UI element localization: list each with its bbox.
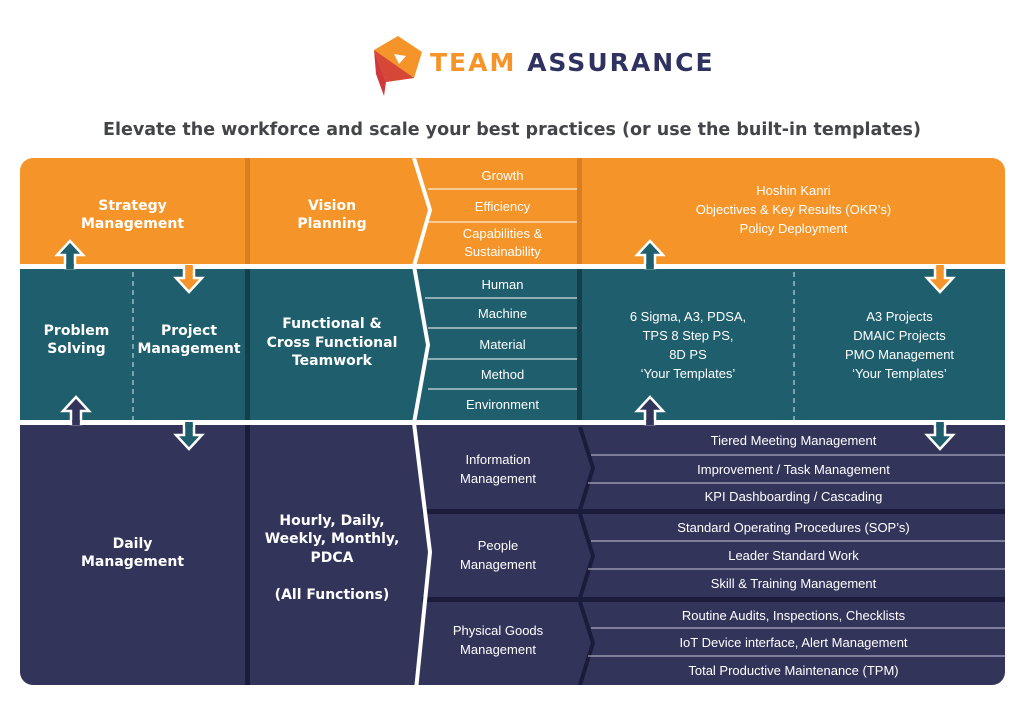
vision-planning-label: Vision Planning <box>297 197 367 233</box>
focus-environment: Environment <box>466 396 539 412</box>
daily-management-label: Daily Management <box>80 535 185 571</box>
focus-efficiency: Efficiency <box>474 199 531 214</box>
project-management-label: Project Management <box>137 322 241 358</box>
item-kpi-dashboarding: KPI Dashboarding / Cascading <box>704 489 883 504</box>
focus-human: Human <box>481 276 524 292</box>
okr-down-arrow-stem <box>936 265 944 270</box>
item-tiered-meeting-management: Tiered Meeting Management <box>710 433 877 448</box>
problem-solving-methods: 6 Sigma, A3, PDSA, TPS 8 Step PS, 8D PS … <box>629 309 747 381</box>
project-management-methods: A3 Projects DMAIC Projects PMO Managemen… <box>844 309 955 381</box>
strategy-methods: Hoshin Kanri Objectives & Key Results (O… <box>695 182 892 236</box>
item-tpm: Total Productive Maintenance (TPM) <box>688 663 899 678</box>
daily-to-problem-solving-up-arrow-stem <box>72 420 80 425</box>
group-physical-goods-management: Physical Goods Management <box>452 623 544 657</box>
row-separator-bottom <box>20 420 1005 425</box>
item-leader-standard-work: Leader Standard Work <box>728 548 859 563</box>
focus-machine: Machine <box>477 305 528 321</box>
daily-cadence-label: Hourly, Daily, Weekly, Monthly, PDCA (Al… <box>264 512 400 603</box>
item-iot-device-interface: IoT Device interface, Alert Management <box>679 635 908 650</box>
problem-solving-up-arrow-stem <box>66 264 74 269</box>
functional-teamwork-label: Functional & Cross Functional Teamwork <box>266 316 398 370</box>
item-routine-audits: Routine Audits, Inspections, Checklists <box>681 607 906 623</box>
row-separator-top <box>20 264 1005 269</box>
project-management-down-arrow-stem <box>185 265 193 270</box>
management-framework-diagram: Strategy Management Vision Planning Grow… <box>0 0 1024 703</box>
problem-solving-label: Problem Solving <box>43 322 110 358</box>
item-skill-training-management: Skill & Training Management <box>710 576 877 591</box>
item-sops: Standard Operating Procedures (SOP’s) <box>677 520 910 535</box>
strategy-management-label: Strategy Management <box>80 197 185 233</box>
project-to-daily-down-arrow-stem <box>185 422 193 427</box>
focus-material: Material <box>479 336 526 352</box>
focus-growth: Growth <box>481 167 524 183</box>
focus-method: Method <box>480 366 525 382</box>
group-information-management: Information Management <box>460 452 536 486</box>
item-improvement-task-management: Improvement / Task Management <box>697 462 890 477</box>
focus-capabilities-sustainability: Capabilities & Sustainability <box>462 226 543 259</box>
daily-to-methods-up-arrow-stem <box>646 420 654 425</box>
methods-up-arrow-stem <box>646 264 654 269</box>
group-people-management: People Management <box>460 538 536 572</box>
